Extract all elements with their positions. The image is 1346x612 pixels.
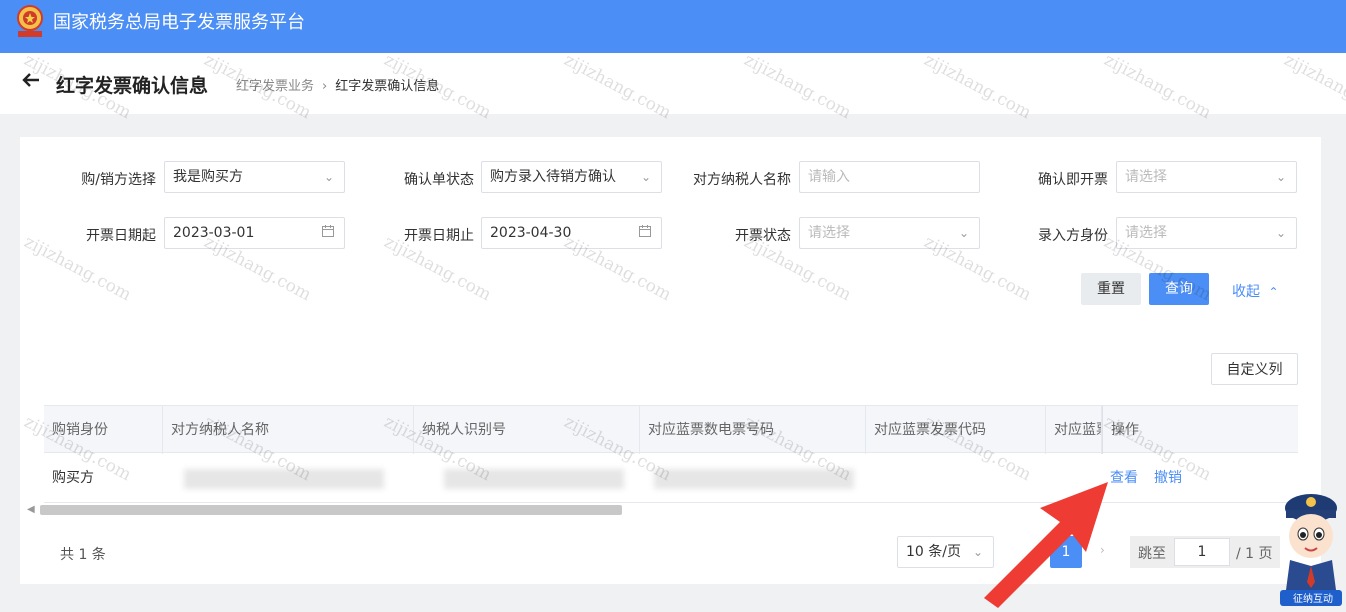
entry-identity-select[interactable]: 请选择 ⌄ xyxy=(1116,217,1297,249)
issue-status-placeholder: 请选择 xyxy=(808,225,850,241)
date-end-value: 2023-04-30 xyxy=(490,225,572,241)
counterpart-name-label: 对方纳税人名称 xyxy=(693,172,791,188)
chevron-up-icon: ⌃ xyxy=(1268,285,1279,299)
column-header: 对应蓝票 xyxy=(1046,406,1102,454)
redacted-cell xyxy=(184,469,384,489)
mascot-caption: 征纳互动 xyxy=(1293,594,1333,605)
entry-identity-placeholder: 请选择 xyxy=(1125,225,1167,241)
query-button[interactable]: 查询 xyxy=(1149,273,1209,305)
jump-label: 跳至 xyxy=(1138,546,1166,562)
confirm-status-label: 确认单状态 xyxy=(404,172,474,188)
calendar-icon xyxy=(639,218,651,248)
main-card: 购/销方选择 我是购买方 ⌄ 确认单状态 购方录入待销方确认 ⌄ 对方纳税人名称… xyxy=(20,137,1321,584)
collapse-label: 收起 xyxy=(1232,284,1260,300)
total-count: 共 1 条 xyxy=(60,547,106,563)
column-header: 操作 xyxy=(1102,406,1298,454)
counterpart-name-input[interactable]: 请输入 xyxy=(799,161,980,193)
date-start-value: 2023-03-01 xyxy=(173,225,255,241)
calendar-icon xyxy=(322,218,334,248)
tax-emblem-icon xyxy=(17,5,43,37)
confirm-issue-label: 确认即开票 xyxy=(1038,172,1108,188)
page-jumper: 跳至 1 / 1 页 xyxy=(1130,536,1280,568)
date-end-picker[interactable]: 2023-04-30 xyxy=(481,217,662,249)
horizontal-scrollbar[interactable] xyxy=(40,505,622,515)
page-title: 红字发票确认信息 xyxy=(56,75,209,97)
redacted-cell xyxy=(654,469,854,489)
reset-button[interactable]: 重置 xyxy=(1081,273,1141,305)
column-header: 纳税人识别号 xyxy=(414,406,640,454)
date-end-label: 开票日期止 xyxy=(404,228,474,244)
scroll-left-icon[interactable]: ◀ xyxy=(27,504,35,515)
column-header: 对方纳税人名称 xyxy=(163,406,414,454)
buyer-seller-value: 我是购买方 xyxy=(173,169,243,185)
breadcrumb: 红字发票业务 › 红字发票确认信息 xyxy=(236,75,439,94)
cell-identity: 购买方 xyxy=(52,470,94,486)
issue-status-label: 开票状态 xyxy=(735,228,791,244)
chevron-down-icon: ⌄ xyxy=(323,170,334,184)
arrow-left-icon xyxy=(22,73,39,87)
issue-status-select[interactable]: 请选择 ⌄ xyxy=(799,217,980,249)
collapse-toggle[interactable]: 收起 ⌃ xyxy=(1232,281,1279,301)
jump-input[interactable]: 1 xyxy=(1174,538,1230,566)
revoke-link[interactable]: 撤销 xyxy=(1146,453,1182,503)
custom-columns-button[interactable]: 自定义列 xyxy=(1211,353,1298,385)
column-header: 对应蓝票数电票号码 xyxy=(640,406,866,454)
page-size-value: 10 条/页 xyxy=(906,544,961,560)
breadcrumb-separator-icon: › xyxy=(322,79,328,94)
confirm-issue-select[interactable]: 请选择 ⌄ xyxy=(1116,161,1297,193)
back-button[interactable] xyxy=(22,69,40,94)
entry-identity-label: 录入方身份 xyxy=(1038,228,1108,244)
chevron-down-icon: ⌄ xyxy=(958,226,969,240)
confirm-status-value: 购方录入待销方确认 xyxy=(490,169,616,185)
app-title: 国家税务总局电子发票服务平台 xyxy=(53,12,305,33)
table-header: 购销身份 对方纳税人名称 纳税人识别号 对应蓝票数电票号码 对应蓝票发票代码 对… xyxy=(44,405,1298,454)
total-pages: / 1 页 xyxy=(1236,546,1273,562)
chevron-down-icon: ⌄ xyxy=(1275,226,1286,240)
column-header: 购销身份 xyxy=(44,406,163,454)
top-bar: 国家税务总局电子发票服务平台 xyxy=(0,0,1346,53)
counterpart-name-placeholder: 请输入 xyxy=(808,169,850,185)
column-header: 对应蓝票发票代码 xyxy=(866,406,1046,454)
buyer-seller-label: 购/销方选择 xyxy=(81,172,156,188)
date-start-label: 开票日期起 xyxy=(86,228,156,244)
buyer-seller-select[interactable]: 我是购买方 ⌄ xyxy=(164,161,345,193)
chevron-down-icon: ⌄ xyxy=(640,170,651,184)
confirm-status-select[interactable]: 购方录入待销方确认 ⌄ xyxy=(481,161,662,193)
breadcrumb-item-red-invoice-business[interactable]: 红字发票业务 xyxy=(236,79,314,94)
date-start-picker[interactable]: 2023-03-01 xyxy=(164,217,345,249)
chevron-down-icon: ⌄ xyxy=(1275,170,1286,184)
redacted-cell xyxy=(444,469,624,489)
page-header: 红字发票确认信息 红字发票业务 › 红字发票确认信息 xyxy=(0,53,1346,114)
breadcrumb-item-current: 红字发票确认信息 xyxy=(335,79,440,94)
annotation-arrow-icon xyxy=(984,482,1108,608)
confirm-issue-placeholder: 请选择 xyxy=(1125,169,1167,185)
